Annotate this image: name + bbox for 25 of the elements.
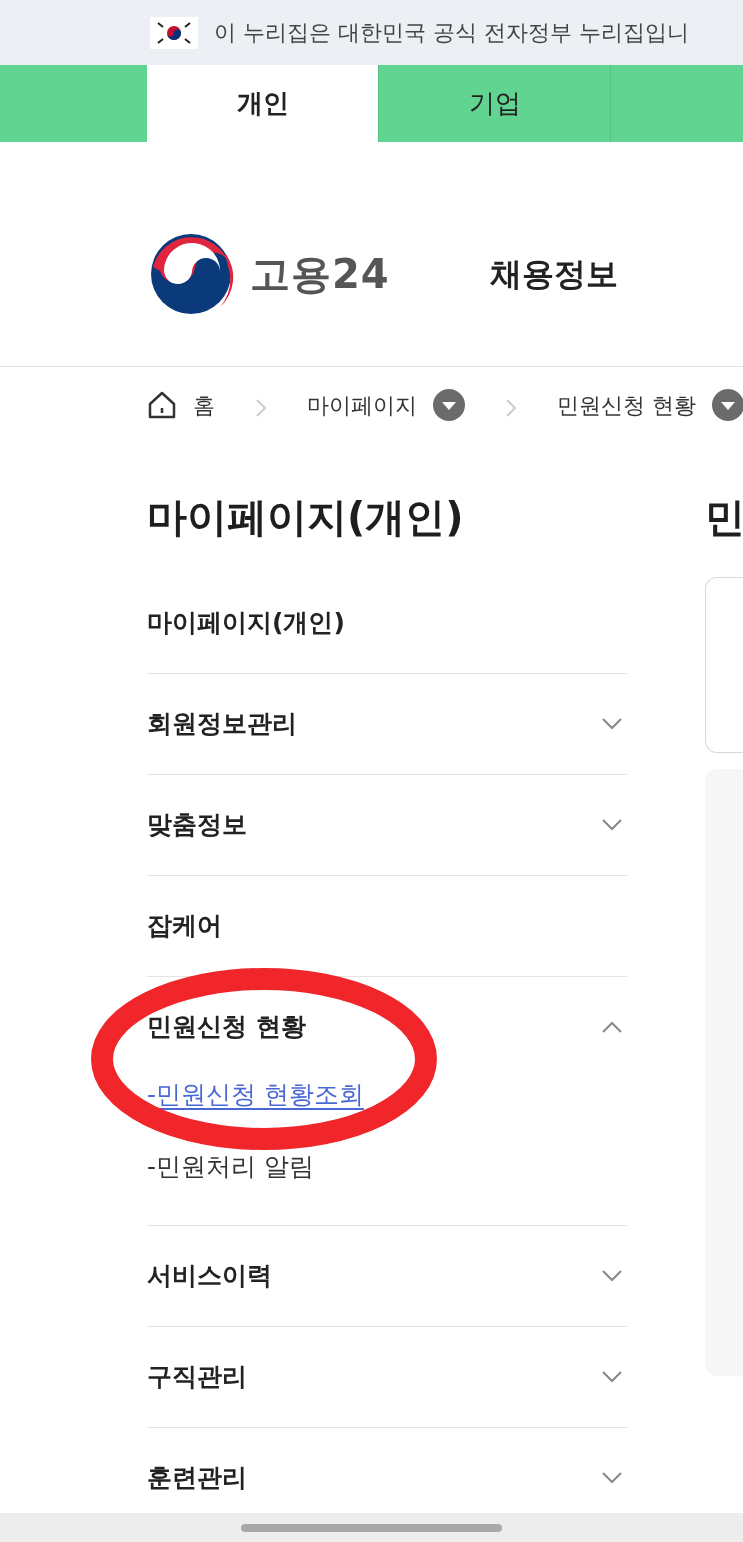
sidebar-item[interactable]: 서비스이력 — [147, 1261, 627, 1291]
home-icon — [147, 390, 177, 420]
dropdown-icon[interactable] — [433, 389, 465, 421]
banner-text: 이 누리집은 대한민국 공식 전자정부 누리집입니 — [214, 19, 689, 47]
sidebar-title: 마이페이지(개인) — [147, 493, 465, 542]
sidebar-item[interactable]: 회원정보관리 — [147, 709, 627, 739]
breadcrumb-link[interactable]: 마이페이지 — [307, 388, 417, 422]
page-title: 민 — [705, 493, 743, 542]
dropdown-icon[interactable] — [712, 389, 743, 421]
submenu-link[interactable]: -민원처리 알림 — [147, 1152, 314, 1182]
tab[interactable]: 기업 — [379, 65, 611, 142]
sidebar-item[interactable]: 마이페이지(개인) — [147, 608, 627, 638]
flag-icon — [150, 16, 198, 49]
breadcrumb-link[interactable]: 민원신청 현황 — [557, 388, 696, 422]
tab[interactable]: 개인 — [147, 65, 379, 142]
submenu-link[interactable]: -민원신청 현황조회 — [147, 1080, 364, 1110]
nav-link[interactable]: 채용정보 — [489, 250, 618, 298]
sidebar-item[interactable]: 맞춤정보 — [147, 810, 627, 840]
sidebar-item[interactable]: 잡케어 — [147, 911, 627, 941]
sidebar-item[interactable]: 훈련관리 — [147, 1463, 627, 1493]
sidebar-item[interactable]: 구직관리 — [147, 1362, 627, 1392]
breadcrumb-link[interactable]: 홈 — [193, 388, 215, 422]
logo-text: 고용24 — [250, 250, 390, 299]
logo-icon — [150, 233, 236, 315]
sidebar-item[interactable]: 민원신청 현황 — [147, 1012, 627, 1042]
